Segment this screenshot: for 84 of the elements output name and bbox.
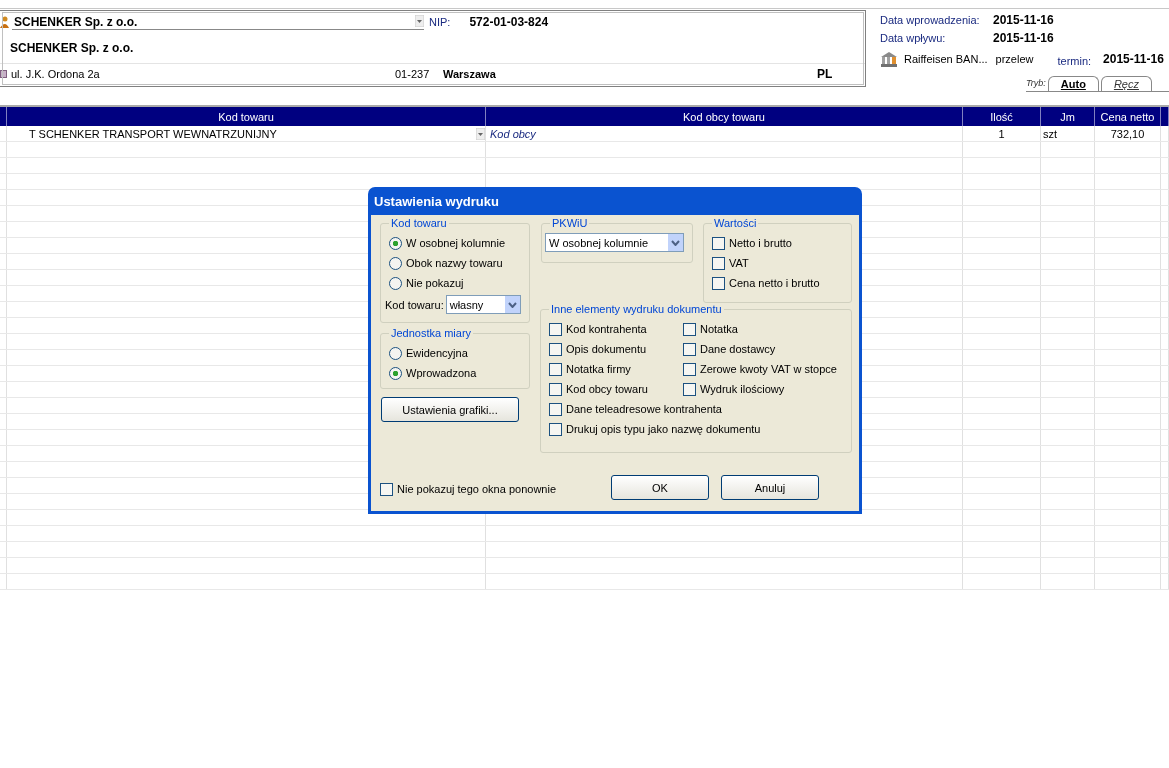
street: ul. J.K. Ordona 2a bbox=[11, 68, 101, 80]
checkbox-option[interactable]: Notatka firmy bbox=[549, 359, 683, 379]
bank-icon bbox=[880, 51, 898, 67]
checkbox-option[interactable]: Opis dokumentu bbox=[549, 339, 683, 359]
nip-label: NIP: bbox=[429, 16, 451, 28]
date-value: 2015-11-16 bbox=[993, 31, 1054, 45]
dialog-button[interactable]: Anuluj bbox=[721, 475, 819, 500]
checkbox-option[interactable]: Cena netto i brutto bbox=[712, 273, 843, 293]
checkbox-option[interactable]: Netto i brutto bbox=[712, 233, 843, 253]
mode-label: Tryb: bbox=[1026, 78, 1046, 88]
checkbox[interactable] bbox=[549, 342, 562, 356]
table-cell-text: T SCHENKER TRANSPORT WEWNATRZUNIJNY bbox=[28, 127, 278, 140]
table-cell: 1 bbox=[998, 127, 1005, 140]
radio-button[interactable] bbox=[389, 236, 402, 250]
group-title: Inne elementy wydruku dokumentu bbox=[550, 303, 723, 315]
date-value: 2015-11-16 bbox=[993, 13, 1054, 27]
checkbox[interactable] bbox=[683, 322, 696, 336]
select-label: Kod towaru: bbox=[385, 298, 444, 311]
checkbox[interactable] bbox=[712, 256, 725, 270]
radio-button[interactable] bbox=[389, 346, 402, 360]
contractor-combo[interactable]: SCHENKER Sp. z o.o. bbox=[12, 14, 424, 30]
radio-button[interactable] bbox=[389, 276, 402, 290]
dialog-title: Ustawienia wydruku bbox=[373, 192, 500, 211]
due-label: termin: bbox=[1057, 55, 1092, 67]
dropdown-arrow-icon[interactable] bbox=[476, 127, 485, 140]
dropdown-arrow-icon[interactable] bbox=[415, 14, 424, 27]
country: PL bbox=[817, 67, 833, 81]
checkbox-option[interactable]: Dane teleadresowe kontrahenta bbox=[549, 399, 843, 419]
column-header[interactable]: Jm bbox=[1041, 107, 1095, 126]
field-label: Data wpływu: bbox=[880, 32, 947, 44]
radio-button[interactable] bbox=[389, 366, 402, 380]
checkbox[interactable] bbox=[712, 236, 725, 250]
contractor-name: SCHENKER Sp. z o.o. bbox=[10, 41, 134, 55]
checkbox[interactable] bbox=[549, 362, 562, 376]
person-icon bbox=[0, 16, 9, 28]
checkbox-option[interactable]: Kod obcy towaru bbox=[549, 379, 683, 399]
checkbox[interactable] bbox=[380, 482, 393, 496]
table-cell-text: Kod obcy bbox=[489, 127, 536, 140]
address-icon bbox=[0, 70, 7, 78]
group-title: PKWiU bbox=[551, 217, 589, 229]
checkbox[interactable] bbox=[549, 402, 562, 416]
graphics-settings-button[interactable]: Ustawienia grafiki... bbox=[381, 397, 519, 422]
table-cell: 732,10 bbox=[1110, 127, 1145, 140]
payment-method: przelew bbox=[995, 53, 1034, 65]
radio-option[interactable]: Wprowadzona bbox=[389, 363, 521, 383]
group-title: Kod towaru bbox=[390, 217, 448, 229]
postal-code: 01-237 bbox=[395, 68, 431, 80]
checkbox-option[interactable]: VAT bbox=[712, 253, 843, 273]
checkbox[interactable] bbox=[712, 276, 725, 290]
group-title: Wartości bbox=[713, 217, 758, 229]
group-title: Jednostka miary bbox=[390, 327, 473, 339]
column-header[interactable]: Kod towaru bbox=[7, 107, 486, 126]
column-header[interactable]: Ilość bbox=[963, 107, 1041, 126]
checkbox[interactable] bbox=[683, 362, 696, 376]
checkbox-option[interactable]: Zerowe kwoty VAT w stopce bbox=[683, 359, 843, 379]
checkbox[interactable] bbox=[549, 382, 562, 396]
radio-option[interactable]: W osobnej kolumnie bbox=[389, 233, 521, 253]
mode-tab[interactable]: Auto bbox=[1047, 76, 1099, 91]
code-select[interactable]: własny bbox=[445, 295, 521, 314]
checkbox-option[interactable]: Notatka bbox=[683, 319, 843, 339]
column-header[interactable]: Kod obcy towaru bbox=[486, 107, 963, 126]
bank-name: Raiffeisen BAN... bbox=[904, 53, 988, 65]
dialog-button[interactable]: OK bbox=[611, 475, 709, 500]
checkbox[interactable] bbox=[683, 342, 696, 356]
nip-value: 572-01-03-824 bbox=[469, 15, 549, 29]
checkbox-option[interactable]: Wydruk ilościowy bbox=[683, 379, 843, 399]
radio-option[interactable]: Nie pokazuj bbox=[389, 273, 521, 293]
checkbox[interactable] bbox=[549, 422, 562, 436]
table-cell-text: szt bbox=[1042, 127, 1058, 140]
pkwiu-select[interactable]: W osobnej kolumnie bbox=[545, 233, 684, 252]
radio-option[interactable]: Ewidencyjna bbox=[389, 343, 521, 363]
mode-tab[interactable]: Ręcz bbox=[1100, 76, 1152, 91]
checkbox-option[interactable]: Kod kontrahenta bbox=[549, 319, 683, 339]
checkbox[interactable] bbox=[683, 382, 696, 396]
city: Warszawa bbox=[443, 68, 497, 80]
checkbox-option[interactable]: Drukuj opis typu jako nazwę dokumentu bbox=[549, 419, 843, 439]
due-date: 2015-11-16 bbox=[1103, 52, 1164, 66]
field-label: Data wprowadzenia: bbox=[880, 14, 981, 26]
radio-option[interactable]: Obok nazwy towaru bbox=[389, 253, 521, 273]
checkbox[interactable] bbox=[549, 322, 562, 336]
radio-button[interactable] bbox=[389, 256, 402, 270]
column-header[interactable]: Cena netto bbox=[1095, 107, 1161, 126]
checkbox-option[interactable]: Dane dostawcy bbox=[683, 339, 843, 359]
checkbox-option[interactable]: Nie pokazuj tego okna ponownie bbox=[380, 479, 556, 499]
